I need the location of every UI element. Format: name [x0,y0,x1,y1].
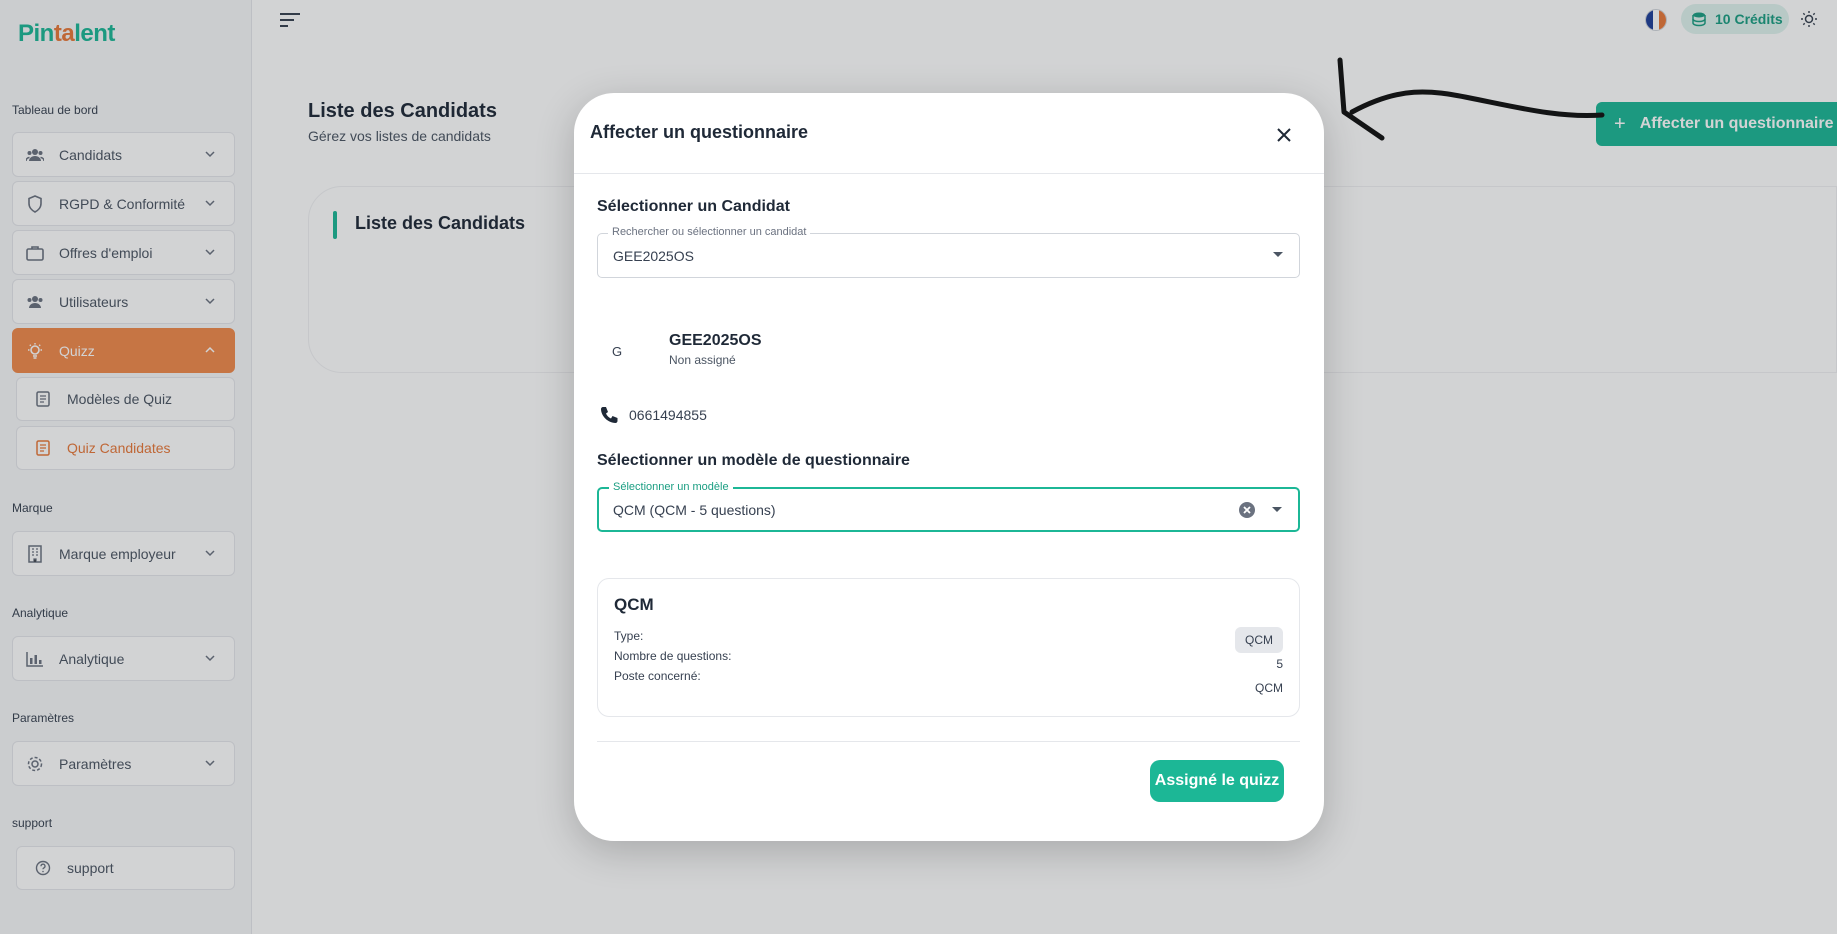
app-root: Pintalent Tableau de bord Candidats RGPD… [0,0,1837,934]
candidate-status: Non assigné [669,353,736,367]
close-button[interactable] [1268,119,1300,151]
candidate-name: GEE2025OS [669,332,762,349]
footer-divider [597,741,1300,742]
model-select-label: Sélectionner un modèle [609,481,733,493]
dropdown-caret-icon[interactable] [1272,507,1282,512]
quiz-summary-card: QCM Type: QCM Nombre de questions: 5 Pos… [597,578,1300,717]
candidate-select-label: Rechercher ou sélectionner un candidat [608,226,811,238]
model-select[interactable]: Sélectionner un modèle QCM (QCM - 5 ques… [597,481,1300,532]
candidate-select[interactable]: Rechercher ou sélectionner un candidat G… [597,226,1300,278]
model-select-value: QCM (QCM - 5 questions) [613,501,776,518]
dropdown-caret-icon[interactable] [1273,252,1283,257]
quiz-count-value: 5 [1276,657,1283,671]
clear-icon[interactable] [1238,501,1256,519]
quiz-type-label: Type: [614,629,644,643]
quiz-position-value: QCM [1255,681,1283,695]
candidate-phone: 0661494855 [629,407,707,423]
assign-questionnaire-modal: Affecter un questionnaire Sélectionner u… [574,93,1324,841]
quiz-card-title: QCM [614,595,654,614]
candidate-section-heading: Sélectionner un Candidat [597,198,790,215]
avatar: G [597,331,637,371]
quiz-type-badge: QCM [1235,627,1283,653]
modal-divider [574,173,1324,174]
model-section-heading: Sélectionner un modèle de questionnaire [597,452,910,469]
quiz-position-label: Poste concerné: [614,669,701,683]
candidate-select-value: GEE2025OS [613,247,694,264]
phone-icon [599,405,619,425]
quiz-count-label: Nombre de questions: [614,649,732,663]
modal-title: Affecter un questionnaire [590,122,809,142]
assign-quiz-button[interactable]: Assigné le quizz [1150,760,1284,802]
close-icon [1277,128,1291,142]
